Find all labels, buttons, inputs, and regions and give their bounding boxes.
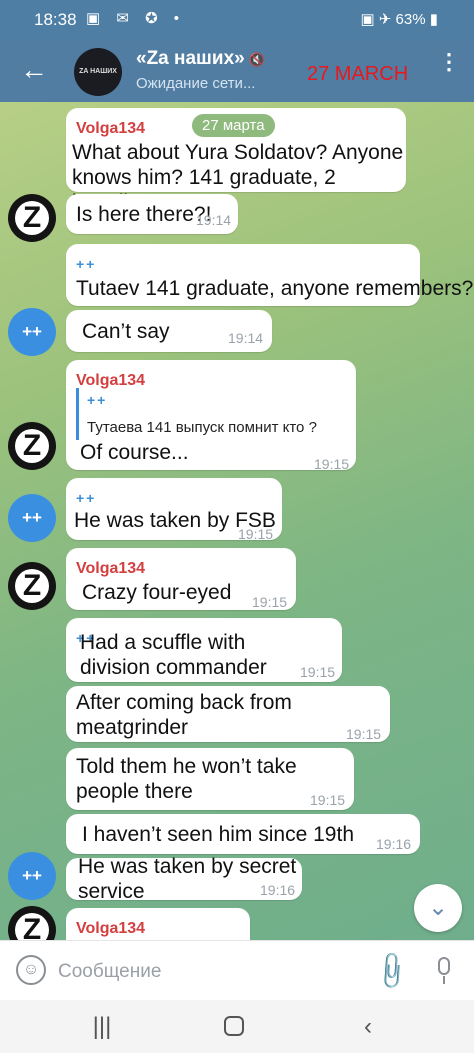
mute-icon: 🔇 [248,52,265,67]
message-input[interactable] [58,959,358,985]
message-author[interactable]: Volga134 [76,556,145,581]
chat-header: ← ZA НАШИХ «Za наших» 🔇 Ожидание сети... … [0,40,474,102]
avatar-z-icon: Z [15,913,49,940]
message-text: I haven’t seen him since 19th [82,823,354,846]
message-bubble[interactable]: ++ He was taken by FSB 19:15 [66,478,282,542]
message-time: 19:15 [314,456,350,472]
message-time: 19:15 [238,526,274,542]
recent-apps-button[interactable]: ||| [82,1012,122,1042]
avatar[interactable]: ++ [8,308,56,356]
emoji-icon[interactable]: ☺ [16,955,46,985]
message-text: Crazy four-eyed [82,581,232,604]
avatar[interactable]: ++ [8,852,56,900]
reply-quote[interactable]: ++ Тутаева 141 выпуск помнит кто ? [76,388,346,440]
message-author[interactable]: Volga134 [76,916,145,940]
message-bubble[interactable]: I haven’t seen him since 19th 19:16 [66,814,420,854]
avatar[interactable]: Z [8,906,56,940]
avatar-z-icon: Z [15,201,49,235]
message-text: Is here there?! [76,203,212,226]
message-text: Can’t say [82,320,170,343]
date-overlay-annotation: 27 MARCH [307,63,409,85]
message-bubble[interactable]: Can’t say 19:14 [66,310,272,352]
message-text: After coming back from meatgrinder [76,691,292,739]
message-text: Had a scuffle with division commander [80,631,267,679]
back-button[interactable]: ‹ [348,1012,388,1042]
chat-title[interactable]: «Za наших» 🔇 [136,48,265,70]
message-time: 19:14 [196,212,232,228]
microphone-icon[interactable] [430,955,458,987]
message-bubble[interactable]: Told them he won’t take people there 19:… [66,748,354,810]
home-button[interactable] [224,1016,244,1036]
message-time: 19:15 [310,792,346,808]
system-indicators: ▣ ✈ 63% ▮ [360,11,438,28]
avatar-z-icon: Z [15,429,49,463]
message-time: 19:14 [228,330,264,346]
message-composer: ☺ 📎 [0,940,474,1000]
message-bubble[interactable]: He was taken by secret service 19:16 [66,855,302,903]
quote-text: Тутаева 141 выпуск помнит кто ? [87,419,317,436]
quote-author: ++ [87,392,108,408]
avatar[interactable]: Z [8,562,56,610]
message-time: 19:16 [260,882,296,898]
message-bubble[interactable]: Volga134 ++ Тутаева 141 выпуск помнит кт… [66,360,356,472]
attach-icon[interactable]: 📎 [370,949,414,993]
avatar[interactable]: Z [8,194,56,242]
scroll-down-button[interactable]: ⌄ [414,884,462,932]
message-bubble[interactable]: After coming back from meatgrinder 19:15 [66,686,390,742]
message-bubble[interactable]: Is here there?! 19:14 [66,194,238,234]
message-author[interactable]: Volga134 [76,116,145,141]
back-arrow-icon[interactable]: ← [16,52,52,88]
status-bar: 18:38 ▣ ✉ ✪ • ▣ ✈ 63% ▮ [0,0,474,40]
message-bubble[interactable]: ++ Had a scuffle with division commander… [66,618,342,682]
message-author[interactable]: ++ [76,252,96,277]
avatar[interactable]: ++ [8,494,56,542]
chat-avatar[interactable]: ZA НАШИХ [74,48,122,96]
message-time: 19:15 [346,726,382,742]
message-bubble[interactable]: Volga134 [66,908,250,940]
chat-title-text: «Za наших» [136,48,245,69]
avatar-z-icon: Z [15,569,49,603]
message-list[interactable]: Volga134 What about Yura Soldatov? Anyon… [0,102,474,940]
date-badge: 27 марта [192,114,275,137]
more-options-icon[interactable]: ⋮ [438,51,460,73]
message-time: 19:15 [300,664,336,680]
message-text: Tutaev 141 graduate, anyone remembers? [76,277,474,300]
status-time: 18:38 [34,10,77,29]
chevron-down-icon: ⌄ [427,894,449,921]
message-time: 19:16 [376,836,412,852]
avatar[interactable]: Z [8,422,56,470]
message-bubble[interactable]: Volga134 Crazy four-eyed 19:15 [66,548,296,610]
system-nav-bar: ||| ‹ [0,1000,474,1053]
notification-icons: ▣ ✉ ✪ • [86,10,186,27]
message-bubble[interactable]: ++ Tutaev 141 graduate, anyone remembers… [66,244,473,306]
message-text: Told them he won’t take people there [76,755,297,803]
connection-status: Ожидание сети... [136,75,256,92]
message-time: 19:15 [252,594,288,610]
message-text: Of course... [80,441,189,464]
